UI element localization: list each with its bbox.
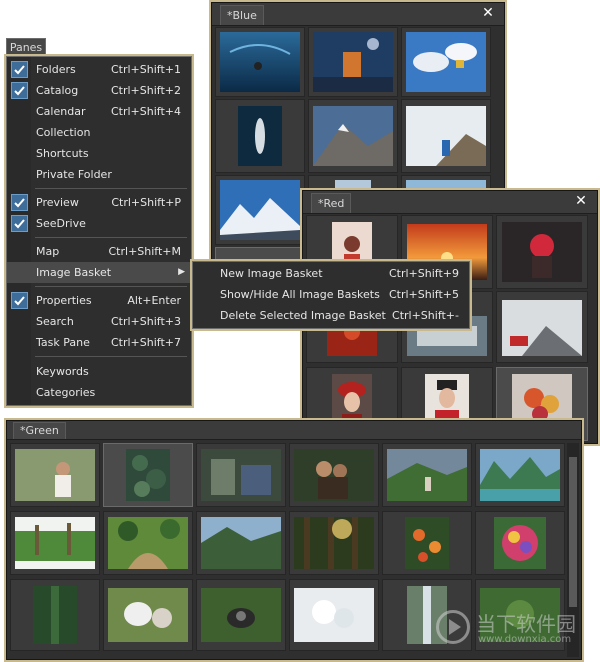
menu-item-keywords[interactable]: Keywords <box>7 361 191 382</box>
thumbnail-cell[interactable] <box>308 99 398 173</box>
thumbnail-cell[interactable] <box>289 443 379 507</box>
thumbnail-image <box>201 588 281 642</box>
menu-item-preview[interactable]: Preview Ctrl+Shift+P <box>7 192 191 213</box>
check-icon <box>11 82 28 99</box>
menu-item-folders[interactable]: Folders Ctrl+Shift+1 <box>7 59 191 80</box>
thumbnail-image <box>406 32 486 92</box>
thumbnail-cell[interactable] <box>308 27 398 97</box>
thumbnail-image <box>201 517 281 569</box>
thumbnail-image <box>15 449 95 501</box>
thumbnail-cell[interactable] <box>103 579 193 651</box>
menu-item-calendar[interactable]: Calendar Ctrl+Shift+4 <box>7 101 191 122</box>
menu-item-categories[interactable]: Categories <box>7 382 191 403</box>
check-icon <box>11 194 28 211</box>
thumbnail-image <box>108 517 188 569</box>
thumbnail-image <box>108 588 188 642</box>
thumbnail-image <box>480 449 560 501</box>
thumbnail-cell[interactable] <box>196 443 286 507</box>
menu-item-task-pane[interactable]: Task Pane Ctrl+Shift+7 <box>7 332 191 353</box>
blue-pane-header: *Blue ✕ <box>212 3 504 26</box>
thumbnail-cell[interactable] <box>401 99 491 173</box>
thumbnail-image <box>201 449 281 501</box>
thumbnail-cell[interactable] <box>10 443 100 507</box>
thumbnail-cell[interactable] <box>382 511 472 575</box>
green-pane-tab[interactable]: *Green <box>13 422 66 439</box>
menu-item-shortcuts[interactable]: Shortcuts <box>7 143 191 164</box>
thumbnail-image <box>294 449 374 501</box>
thumbnail-image <box>294 517 374 569</box>
thumbnail-image <box>502 300 582 356</box>
site-watermark: 当下软件园 www.downxia.com <box>436 606 586 650</box>
menu-item-properties[interactable]: Properties Alt+Enter <box>7 290 191 311</box>
thumbnail-cell[interactable] <box>475 511 565 575</box>
menu-separator <box>35 356 187 357</box>
thumbnail-cell[interactable] <box>382 443 472 507</box>
thumbnail-image <box>313 32 393 92</box>
thumbnail-image <box>294 588 374 642</box>
thumbnail-cell[interactable] <box>103 443 193 507</box>
thumbnail-cell[interactable] <box>289 579 379 651</box>
menu-separator <box>35 188 187 189</box>
thumbnail-image <box>387 449 467 501</box>
image-basket-submenu: New Image Basket Ctrl+Shift+9 Show/Hide … <box>192 261 470 329</box>
thumbnail-image <box>502 222 582 282</box>
thumbnail-cell[interactable] <box>215 99 305 173</box>
thumbnail-cell[interactable] <box>475 443 565 507</box>
red-pane-close-icon[interactable]: ✕ <box>573 193 589 209</box>
thumbnail-image <box>220 32 300 92</box>
watermark-url: www.downxia.com <box>478 634 572 645</box>
thumbnail-cell[interactable] <box>10 511 100 575</box>
menu-separator <box>35 286 187 287</box>
thumbnail-cell[interactable] <box>196 579 286 651</box>
green-pane-header: *Green <box>7 421 581 440</box>
check-icon <box>11 292 28 309</box>
menu-separator <box>35 237 187 238</box>
thumbnail-cell[interactable] <box>496 215 588 289</box>
blue-pane-close-icon[interactable]: ✕ <box>480 5 496 21</box>
thumbnail-cell[interactable] <box>215 175 305 245</box>
menu-item-search[interactable]: Search Ctrl+Shift+3 <box>7 311 191 332</box>
thumbnail-image <box>313 106 393 166</box>
thumbnail-cell[interactable] <box>401 27 491 97</box>
thumbnail-cell[interactable] <box>196 511 286 575</box>
panes-menu-tab[interactable]: Panes <box>6 38 46 57</box>
thumbnail-image <box>238 106 282 166</box>
submenu-item-show-hide-all-image-baskets[interactable]: Show/Hide All Image Baskets Ctrl+Shift+5 <box>193 284 469 305</box>
thumbnail-image <box>33 586 77 644</box>
thumbnail-image <box>220 180 300 240</box>
thumbnail-cell[interactable] <box>496 291 588 363</box>
menu-item-catalog[interactable]: Catalog Ctrl+Shift+2 <box>7 80 191 101</box>
menu-item-private-folder[interactable]: Private Folder <box>7 164 191 185</box>
check-icon <box>11 215 28 232</box>
check-icon <box>11 61 28 78</box>
menu-item-collection[interactable]: Collection <box>7 122 191 143</box>
thumbnail-image <box>15 517 95 569</box>
panes-menu: Folders Ctrl+Shift+1 Catalog Ctrl+Shift+… <box>6 56 192 406</box>
submenu-arrow-icon: ▶ <box>178 267 185 277</box>
thumbnail-image <box>126 449 170 501</box>
submenu-item-delete-selected-image-basket[interactable]: Delete Selected Image Basket Ctrl+Shift+… <box>193 305 469 326</box>
blue-pane-tab[interactable]: *Blue <box>220 5 264 25</box>
red-pane-header: *Red ✕ <box>303 191 597 214</box>
thumbnail-image <box>494 517 546 569</box>
submenu-item-new-image-basket[interactable]: New Image Basket Ctrl+Shift+9 <box>193 263 469 284</box>
thumbnail-image <box>405 517 449 569</box>
thumbnail-cell[interactable] <box>289 511 379 575</box>
red-pane-tab[interactable]: *Red <box>311 193 352 213</box>
play-logo-icon <box>436 610 470 644</box>
watermark-text: 当下软件园 <box>476 612 576 636</box>
thumbnail-image <box>406 106 486 166</box>
thumbnail-cell[interactable] <box>10 579 100 651</box>
thumbnail-cell[interactable] <box>103 511 193 575</box>
menu-item-image-basket[interactable]: Image Basket ▶ <box>7 262 191 283</box>
menu-item-map[interactable]: Map Ctrl+Shift+M <box>7 241 191 262</box>
green-pane-scrollbar-thumb[interactable] <box>569 457 577 607</box>
menu-item-seedrive[interactable]: SeeDrive <box>7 213 191 234</box>
thumbnail-cell[interactable] <box>215 27 305 97</box>
